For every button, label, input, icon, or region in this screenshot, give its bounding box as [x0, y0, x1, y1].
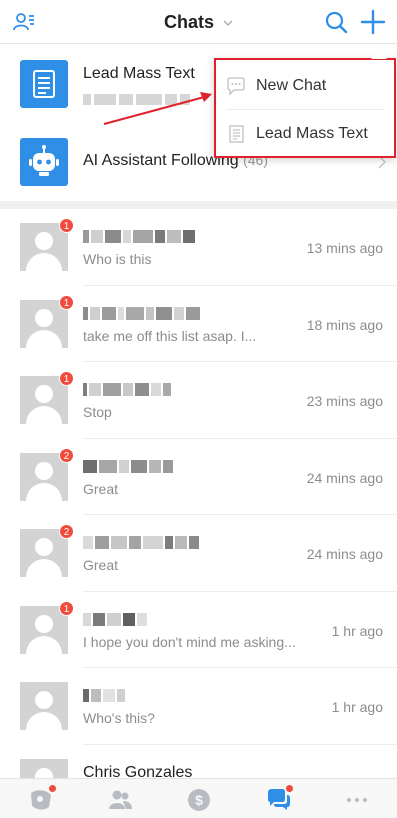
menu-item-lead-mass-text[interactable]: Lead Mass Text [216, 110, 394, 158]
timestamp: 23 mins ago [306, 393, 383, 409]
message-preview: I hope you don't mind me asking... [83, 633, 296, 650]
unread-badge: 1 [59, 600, 74, 616]
unread-badge: 1 [59, 218, 74, 233]
popup-caret [371, 51, 387, 59]
chat-list: 1 Who is this 13 mins ago 1 take me off … [0, 209, 397, 818]
tab-chats[interactable] [265, 785, 293, 813]
lead-mass-text-tile [20, 60, 68, 108]
chat-row[interactable]: Who's this? 1 hr ago [0, 668, 397, 745]
chat-row[interactable]: 1 Who is this 13 mins ago [0, 209, 397, 286]
unread-badge: 1 [59, 294, 74, 310]
tab-more[interactable] [344, 787, 370, 813]
people-icon [109, 790, 132, 809]
dollar-icon: $ [188, 789, 210, 811]
contact-name-redacted [83, 534, 283, 550]
message-preview: Great [83, 480, 119, 497]
svg-text:$: $ [195, 792, 203, 808]
contact-name-redacted [83, 611, 283, 627]
lead-mass-text-title: Lead Mass Text [83, 65, 195, 82]
robot-icon [29, 145, 59, 176]
plus-icon[interactable] [360, 9, 386, 35]
section-gap [0, 201, 397, 209]
contact-name-redacted [83, 458, 283, 474]
lead-mass-text-label: Lead Mass Text [83, 65, 195, 83]
chat-row[interactable]: 1 take me off this list asap. I... 18 mi… [0, 285, 397, 362]
ai-assistant-tile [20, 138, 68, 186]
unread-badge: 2 [59, 524, 74, 539]
chat-bubble-icon [227, 77, 245, 96]
top-bar: Chats [0, 0, 397, 44]
add-menu-popup: New Chat Lead Mass Text [214, 51, 396, 158]
tab-payments[interactable]: $ [186, 787, 212, 813]
chat-row[interactable]: 2 Great 24 mins ago [0, 438, 397, 515]
search-icon[interactable] [324, 10, 348, 34]
document-icon [33, 70, 55, 98]
unread-badge: 1 [59, 371, 74, 386]
page-title-text: Chats [163, 12, 214, 32]
chevron-down-icon [223, 20, 233, 27]
lead-mass-text-preview [83, 92, 203, 105]
chat-row[interactable]: 2 Great 24 mins ago [0, 515, 397, 592]
timestamp: 24 mins ago [306, 469, 383, 486]
chat-row[interactable]: 1 I hope you don't mind me asking... 1 h… [0, 591, 397, 668]
message-preview: Who's this? [83, 710, 155, 726]
notification-dot [286, 785, 293, 792]
menu-item-new-chat[interactable]: New Chat [216, 62, 394, 110]
message-preview: take me off this list asap. I... [83, 327, 257, 344]
contact-name-redacted [83, 687, 283, 703]
more-icon [347, 798, 367, 802]
document-icon [229, 125, 244, 143]
chat-row[interactable]: 1 Stop 23 mins ago [0, 362, 397, 439]
message-preview: Great [83, 557, 119, 573]
timestamp: 13 mins ago [306, 240, 383, 256]
timestamp: 18 mins ago [306, 316, 383, 333]
notification-dot [49, 785, 56, 792]
menu-item-label: New Chat [256, 77, 327, 94]
timestamp: 1 hr ago [331, 622, 383, 639]
tab-leads[interactable] [28, 785, 56, 813]
contact-name-redacted [83, 305, 283, 321]
timestamp: 1 hr ago [331, 699, 383, 715]
message-preview: Stop [83, 404, 112, 420]
bottom-tab-bar: $ [0, 778, 397, 818]
timestamp: 24 mins ago [306, 546, 383, 562]
menu-item-label: Lead Mass Text [256, 125, 368, 142]
contact-name-redacted [83, 381, 283, 397]
tab-contacts[interactable] [107, 787, 133, 813]
message-preview: Who is this [83, 251, 152, 267]
unread-badge: 2 [59, 447, 74, 463]
contact-name-redacted [83, 228, 283, 244]
avatar [20, 682, 68, 730]
